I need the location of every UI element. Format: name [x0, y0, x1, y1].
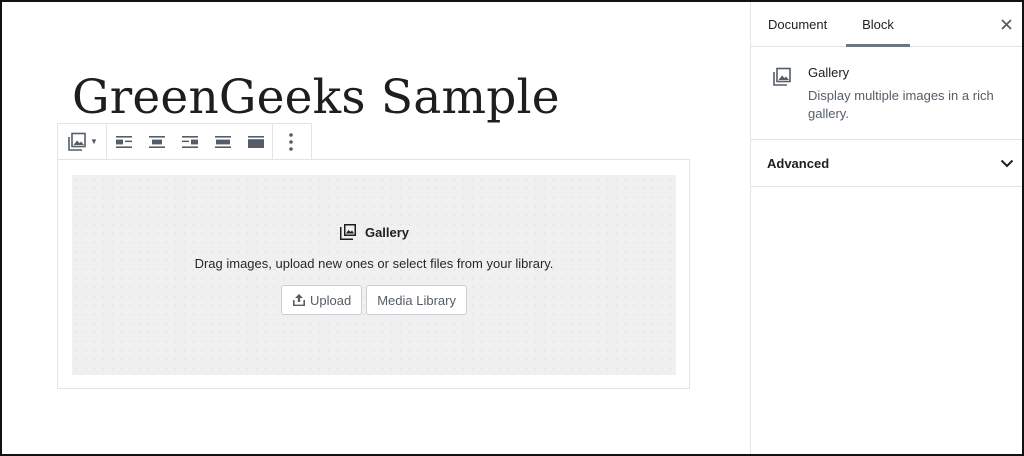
panel-advanced-title: Advanced: [767, 155, 830, 171]
block-card: Gallery Display multiple images in a ric…: [751, 47, 1022, 140]
media-library-label: Media Library: [377, 292, 456, 308]
more-vertical-icon: [289, 132, 293, 151]
close-icon: [1000, 18, 1012, 30]
align-full-button[interactable]: [239, 124, 272, 159]
align-right-icon: [181, 135, 198, 148]
block-card-title: Gallery: [808, 65, 850, 80]
upload-button[interactable]: Upload: [281, 285, 363, 315]
upload-icon: [292, 293, 306, 307]
alignment-group: [107, 124, 273, 159]
tab-document[interactable]: Document: [768, 2, 846, 46]
block-toolbar: ▼: [57, 123, 312, 160]
align-left-button[interactable]: [107, 124, 140, 159]
caret-down-icon: ▼: [90, 137, 98, 146]
settings-sidebar: Document Block Gallery Display multiple …: [750, 2, 1022, 454]
gallery-icon: [771, 66, 793, 123]
post-title[interactable]: GreenGeeks Sample: [72, 70, 560, 125]
close-sidebar-button[interactable]: [996, 14, 1016, 34]
gallery-icon: [339, 223, 357, 241]
align-center-icon: [148, 135, 165, 148]
align-full-icon: [247, 135, 264, 148]
more-options-button[interactable]: [273, 124, 309, 159]
chevron-down-icon: [1000, 159, 1014, 168]
placeholder-title: Gallery: [364, 224, 410, 240]
align-right-button[interactable]: [173, 124, 206, 159]
tab-block[interactable]: Block: [846, 2, 910, 47]
media-library-button[interactable]: Media Library: [366, 285, 467, 315]
block-switcher-group: ▼: [58, 124, 107, 159]
align-center-button[interactable]: [140, 124, 173, 159]
block-card-description: Display multiple images in a rich galler…: [808, 88, 994, 121]
block-card-content: Gallery Display multiple images in a ric…: [808, 65, 1008, 123]
placeholder-instructions: Drag images, upload new ones or select f…: [194, 256, 554, 271]
align-left-icon: [115, 135, 132, 148]
upload-label: Upload: [310, 292, 352, 308]
align-wide-icon: [214, 135, 231, 148]
gallery-block[interactable]: Gallery Drag images, upload new ones or …: [57, 159, 690, 389]
sidebar-header: Document Block: [751, 2, 1022, 47]
more-options-group: [273, 124, 309, 159]
block-switcher-button[interactable]: ▼: [58, 124, 106, 159]
placeholder-label: Gallery: [339, 223, 409, 241]
placeholder-buttons: Upload Media Library: [281, 285, 467, 315]
align-wide-button[interactable]: [206, 124, 239, 159]
editor-canvas: GreenGeeks Sample ▼ Gallery Drag images,…: [2, 2, 750, 454]
gallery-placeholder[interactable]: Gallery Drag images, upload new ones or …: [72, 175, 676, 375]
gallery-icon: [66, 131, 88, 153]
panel-advanced-toggle[interactable]: Advanced: [751, 140, 1022, 187]
